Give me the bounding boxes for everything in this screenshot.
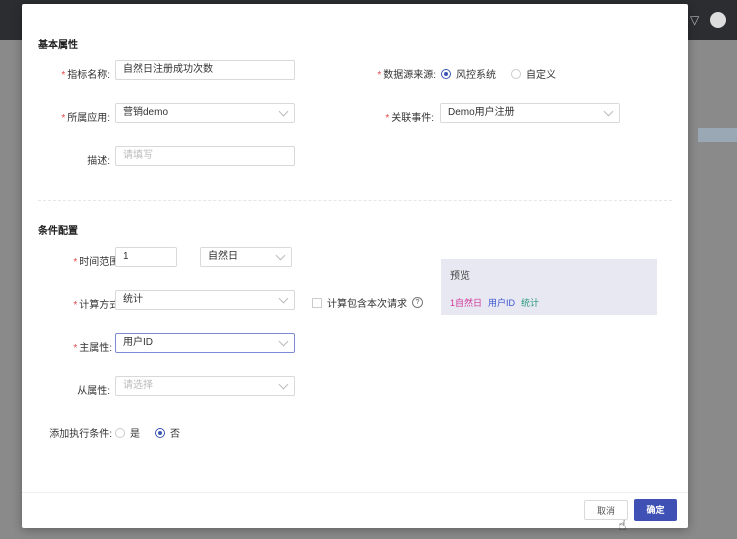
add-condition-option-yes[interactable]: 是: [115, 425, 140, 440]
preview-token-method: 统计: [521, 298, 540, 308]
add-condition-option-no[interactable]: 否: [155, 425, 180, 440]
preview-tokens: 1自然日 用户ID 统计: [450, 296, 648, 309]
data-source-option-risk[interactable]: 风控系统: [441, 66, 496, 81]
radio-unchecked-icon[interactable]: [115, 427, 125, 438]
add-condition-radio-group: 是 否: [115, 425, 190, 440]
section-title-condition: 条件配置: [38, 226, 78, 237]
filter-icon: ▽: [690, 13, 700, 27]
radio-checked-icon[interactable]: [441, 68, 451, 79]
data-source-radio-group: 风控系统 自定义: [441, 66, 566, 81]
chevron-down-icon: [278, 293, 289, 304]
description-input[interactable]: 请填写: [115, 146, 295, 166]
chevron-down-icon: [275, 250, 286, 261]
chevron-down-icon: [278, 106, 289, 117]
metric-edit-modal: 基本属性 * 指标名称: 自然日注册成功次数 * 数据源来源: 风控系统 自定义 *…: [22, 4, 688, 533]
main-attr-label: * 主属性:: [73, 343, 112, 354]
radio-unchecked-icon[interactable]: [511, 68, 521, 79]
event-select[interactable]: Demo用户注册: [440, 103, 620, 123]
section-title-basic: 基本属性: [38, 40, 78, 51]
app-label: * 所属应用:: [61, 113, 110, 124]
footer-divider: [22, 492, 688, 493]
metric-name-label: * 指标名称:: [61, 70, 110, 81]
time-range-label: * 时间范围:: [73, 257, 122, 268]
time-unit-select[interactable]: 自然日: [200, 247, 292, 267]
time-range-input[interactable]: 1: [115, 247, 177, 267]
sub-attr-select[interactable]: 请选择: [115, 376, 295, 396]
data-source-option-custom[interactable]: 自定义: [511, 66, 556, 81]
calc-method-label: * 计算方式:: [73, 300, 122, 311]
calc-method-select[interactable]: 统计: [115, 290, 295, 310]
event-label: * 关联事件:: [385, 113, 434, 124]
section-divider: [38, 200, 672, 201]
required-mark: *: [61, 70, 66, 81]
sub-attr-label: 从属性:: [77, 386, 110, 397]
preview-title: 预览: [450, 271, 470, 282]
chevron-down-icon: [278, 336, 289, 347]
confirm-button[interactable]: 确定: [634, 499, 677, 521]
app-select[interactable]: 营销demo: [115, 103, 295, 123]
preview-panel: 预览 1自然日 用户ID 统计: [441, 259, 657, 315]
background-tag: [698, 128, 737, 142]
description-label: 描述:: [87, 156, 110, 167]
help-icon[interactable]: ?: [412, 297, 423, 308]
include-current-label: 计算包含本次请求: [327, 299, 407, 310]
data-source-label: * 数据源来源:: [377, 70, 436, 81]
include-current-checkbox[interactable]: [312, 297, 322, 308]
metric-name-input[interactable]: 自然日注册成功次数: [115, 60, 295, 80]
chevron-down-icon: [603, 106, 614, 117]
preview-token-time: 1自然日: [450, 298, 483, 308]
add-condition-label: 添加执行条件:: [49, 429, 112, 440]
preview-token-attr: 用户ID: [488, 298, 516, 308]
radio-checked-icon[interactable]: [155, 427, 165, 438]
main-attr-select[interactable]: 用户ID: [115, 333, 295, 353]
hand-cursor-icon: ☝: [618, 517, 627, 533]
chevron-down-icon: [278, 379, 289, 390]
include-current-checkbox-row[interactable]: 计算包含本次请求 ?: [312, 295, 423, 310]
user-avatar-icon: [710, 12, 726, 28]
